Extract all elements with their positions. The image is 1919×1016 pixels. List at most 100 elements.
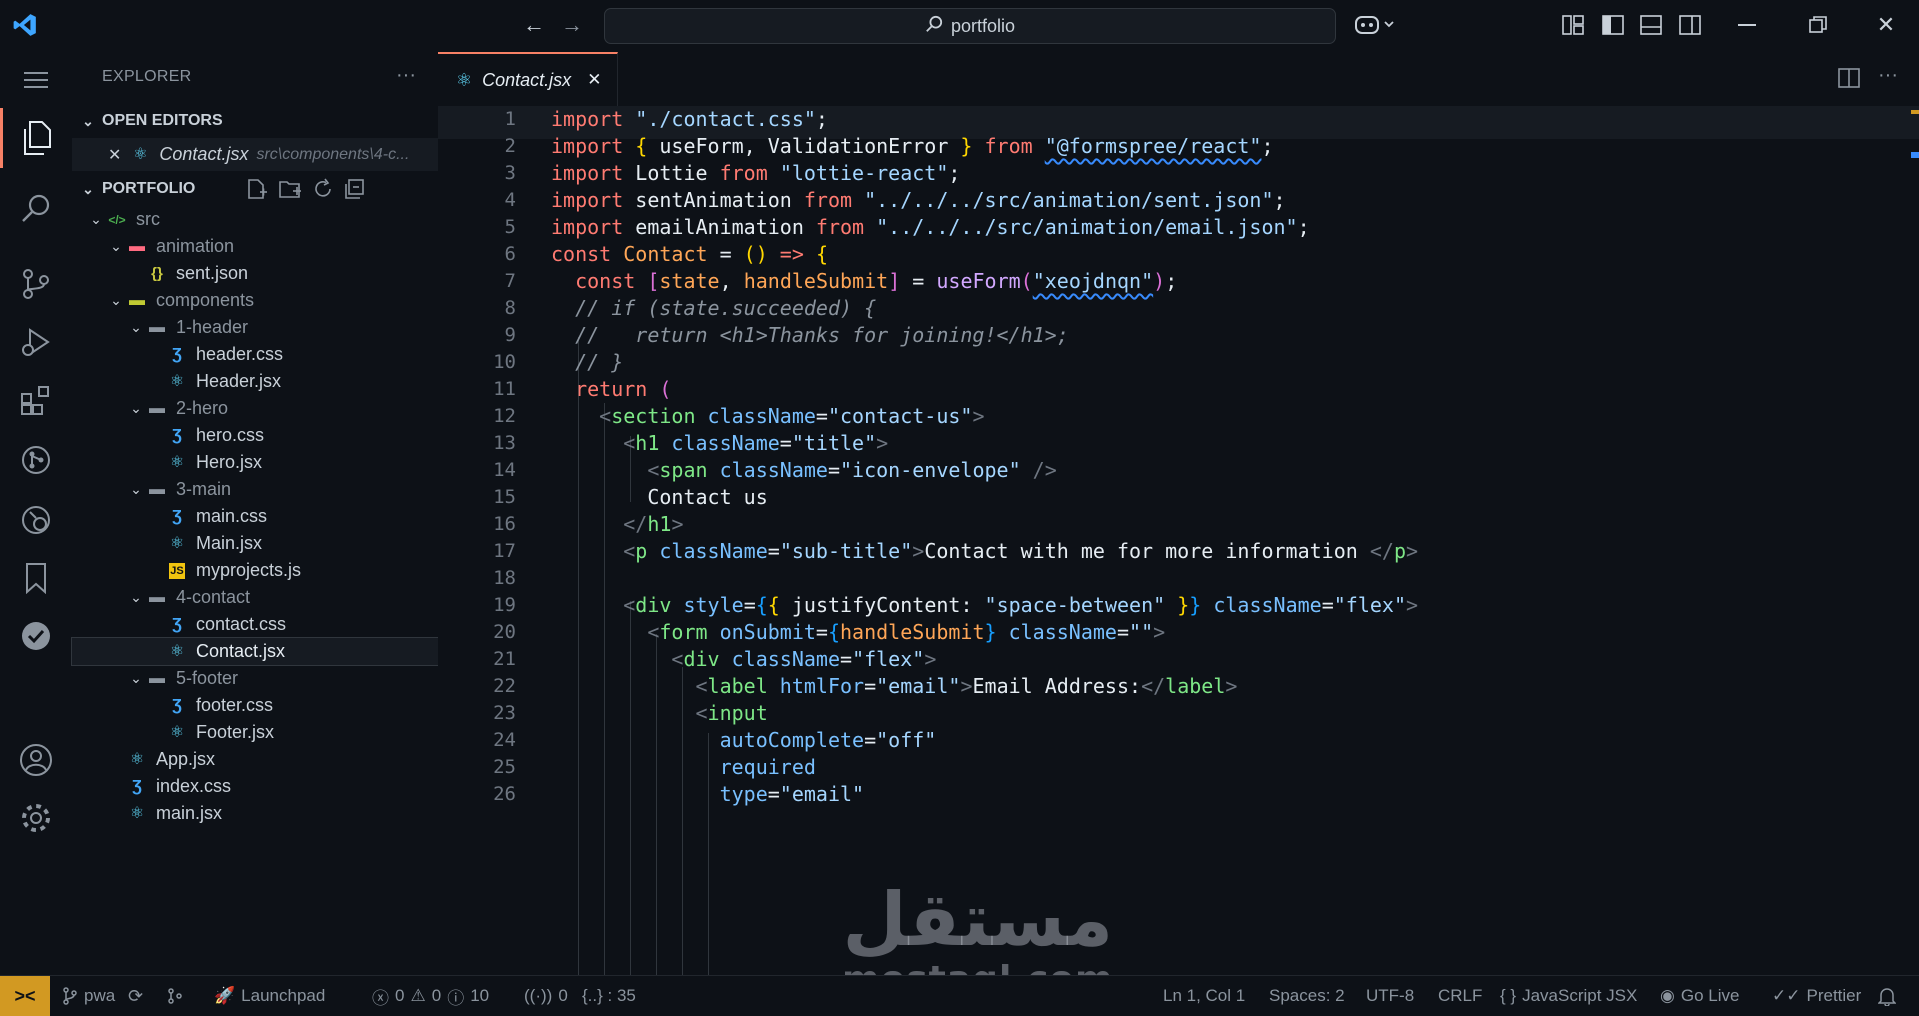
code-token: Contact us: [551, 485, 768, 509]
layout-icon[interactable]: [1562, 15, 1584, 40]
language-mode[interactable]: { } JavaScript JSX: [1500, 976, 1637, 1016]
branch-item[interactable]: pwa: [62, 976, 115, 1016]
tree-item[interactable]: ⚛ Contact.jsx: [71, 637, 439, 666]
code-token: "../../../src/animation/sent.json": [864, 188, 1274, 212]
cursor-position[interactable]: Ln 1, Col 1: [1163, 976, 1245, 1016]
ports-item[interactable]: ((·)) 0: [524, 976, 568, 1016]
command-center-search[interactable]: portfolio: [604, 8, 1336, 44]
refresh-icon[interactable]: [312, 178, 334, 205]
code-token: </: [1369, 539, 1394, 563]
toggle-secondary-sidebar-icon[interactable]: [1679, 15, 1701, 40]
menu-icon[interactable]: [0, 52, 72, 108]
extensions-icon[interactable]: [0, 372, 72, 428]
split-editor-icon[interactable]: [1838, 68, 1860, 93]
settings-gear-icon[interactable]: [0, 790, 72, 846]
new-file-icon[interactable]: [246, 178, 268, 205]
source-control-icon[interactable]: [0, 256, 72, 312]
remote-indicator[interactable]: ><: [0, 976, 50, 1016]
toggle-sidebar-icon[interactable]: [1602, 15, 1624, 40]
code-token: <: [647, 620, 660, 644]
symbol-item[interactable]: {..} : 35: [582, 976, 636, 1016]
go-live-label: Go Live: [1680, 986, 1740, 1005]
code-token: import: [551, 188, 636, 212]
code-token: ;: [1273, 188, 1286, 212]
copilot-icon[interactable]: [1354, 14, 1396, 41]
more-actions-icon[interactable]: ···: [396, 64, 416, 87]
code-token: =: [743, 593, 756, 617]
react-icon: ⚛: [456, 69, 473, 90]
tree-item-label: Main.jsx: [196, 533, 263, 553]
explorer-icon[interactable]: [0, 108, 72, 168]
tree-item[interactable]: ⌄ ▬ 2-hero: [72, 395, 438, 422]
open-editors-section[interactable]: ⌄ OPEN EDITORS: [72, 106, 438, 136]
tree-item[interactable]: ⌄ ▬ 3-main: [72, 476, 438, 503]
encoding[interactable]: UTF-8: [1366, 976, 1414, 1016]
tree-item[interactable]: ⚛ Header.jsx: [72, 368, 438, 395]
end-of-line[interactable]: CRLF: [1438, 976, 1482, 1016]
tree-item[interactable]: ⌄ </> src: [72, 206, 438, 233]
code-editor[interactable]: 1 import "./contact.css"; 2 import { useFor…: [438, 106, 1919, 975]
tree-item[interactable]: Ʒhero.css: [72, 422, 438, 449]
tree-item[interactable]: ⚛ Main.jsx: [72, 530, 438, 557]
tree-item[interactable]: ⌄ ▬ 5-footer: [72, 665, 438, 692]
tree-item[interactable]: ⌄ ▬ components: [72, 287, 438, 314]
react-icon: ⚛: [169, 723, 185, 741]
tree-item[interactable]: JS myprojects.js: [72, 557, 438, 584]
code-token: <: [695, 674, 708, 698]
tree-item[interactable]: {} sent.json: [72, 260, 438, 287]
run-debug-icon[interactable]: [0, 314, 72, 370]
javascript-icon: JS: [169, 562, 185, 579]
tree-item[interactable]: Ʒfooter.css: [72, 692, 438, 719]
close-icon[interactable]: ✕: [1872, 13, 1900, 37]
close-editor-icon[interactable]: ✕: [108, 145, 121, 165]
restore-icon[interactable]: [1808, 15, 1828, 40]
code-token: className: [659, 539, 768, 563]
remote-explorer-icon[interactable]: [0, 492, 72, 548]
toggle-panel-icon[interactable]: [1640, 15, 1662, 40]
tree-item[interactable]: Ʒcontact.css: [72, 611, 438, 638]
go-live-item[interactable]: ◉ Go Live: [1660, 976, 1739, 1016]
accounts-icon[interactable]: [0, 732, 72, 788]
tree-item[interactable]: ⚛ Footer.jsx: [72, 719, 438, 746]
git-graph-status-icon[interactable]: [166, 976, 184, 1016]
tree-item[interactable]: ⌄ ▬ 4-contact: [72, 584, 438, 611]
tree-item[interactable]: Ʒindex.css: [72, 773, 438, 800]
forward-arrow-icon[interactable]: →: [558, 13, 586, 37]
open-editor-path: src\components\4-c...: [256, 145, 410, 163]
code-token: "flex": [852, 647, 925, 671]
notifications-bell-icon[interactable]: [1878, 976, 1896, 1016]
tree-item[interactable]: ⚛ App.jsx: [72, 746, 438, 773]
back-arrow-icon[interactable]: ←: [520, 13, 548, 37]
tree-item[interactable]: ⚛ main.jsx: [72, 800, 438, 827]
tree-item[interactable]: Ʒmain.css: [72, 503, 438, 530]
double-check-icon: ✓✓: [1772, 986, 1801, 1005]
git-graph-icon[interactable]: [0, 432, 72, 488]
close-tab-icon[interactable]: ✕: [587, 70, 601, 90]
new-folder-icon[interactable]: [278, 178, 302, 205]
antenna-icon: ((·)): [524, 986, 553, 1005]
collapse-all-icon[interactable]: [344, 178, 366, 205]
folder-icon: ▬: [149, 669, 165, 687]
open-editor-item[interactable]: ✕ ⚛ Contact.jsx src\components\4-c...: [72, 138, 438, 171]
tree-item[interactable]: Ʒheader.css: [72, 341, 438, 368]
tree-item[interactable]: ⚛ Hero.jsx: [72, 449, 438, 476]
tree-item[interactable]: ⌄ ▬ 1-header: [72, 314, 438, 341]
launchpad-item[interactable]: 🚀 Launchpad: [214, 976, 325, 1016]
bookmark-icon[interactable]: [0, 550, 72, 606]
more-actions-icon[interactable]: ···: [1878, 64, 1898, 87]
tree-item[interactable]: ⌄ ▬ animation: [72, 233, 438, 260]
portfolio-section[interactable]: ⌄ PORTFOLIO: [72, 174, 438, 204]
minimize-icon[interactable]: [1738, 24, 1756, 26]
search-icon[interactable]: [0, 180, 72, 236]
code-token: =: [1321, 593, 1334, 617]
sync-icon[interactable]: ⟳: [128, 976, 143, 1016]
tree-item-label: Footer.jsx: [196, 722, 275, 742]
problems-item[interactable]: ⓧ 0 ⚠ 0 ⓘ 10: [372, 976, 489, 1016]
code-token: >: [1406, 593, 1419, 617]
indentation[interactable]: Spaces: 2: [1269, 976, 1345, 1016]
check-icon[interactable]: [0, 608, 72, 664]
tab-contact-jsx[interactable]: ⚛ Contact.jsx ✕: [438, 52, 618, 106]
prettier-item[interactable]: ✓✓ Prettier: [1772, 976, 1861, 1016]
